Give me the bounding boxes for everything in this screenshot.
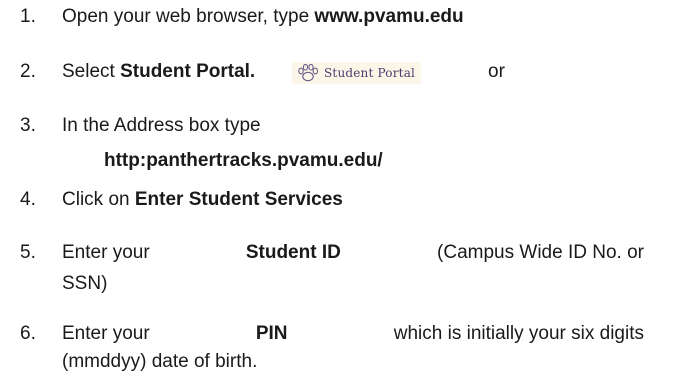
step-number: 1. <box>20 6 36 27</box>
step-text: Open your web browser, type www.pvamu.ed… <box>62 6 464 28</box>
step-number: 4. <box>20 189 36 210</box>
step-text-plain: Click on <box>62 189 130 210</box>
step-text: Click on Enter Student Services <box>62 189 343 211</box>
step-text-plain: Select <box>62 61 115 82</box>
pin-label: PIN <box>255 323 288 344</box>
step-text: Select Student Portal. <box>62 61 255 83</box>
step-text-plain: Enter your <box>62 242 150 263</box>
student-id-label: Student ID <box>245 242 341 263</box>
step-2: 2. Select Student Portal. Student Portal… <box>0 61 678 87</box>
step-text-wrap: (mmddyy) date of birth. <box>62 351 258 372</box>
step-text-plain: Enter your <box>62 323 150 344</box>
enter-student-services-label: Enter Student Services <box>134 189 343 210</box>
or-text: or <box>488 61 505 82</box>
step-number: 3. <box>20 115 36 136</box>
step-text: Enter your PIN which is initially your s… <box>62 323 644 345</box>
step-text-plain: Open your web browser, type <box>62 6 310 27</box>
step-number: 6. <box>20 323 36 344</box>
student-portal-badge-label: Student Portal <box>324 66 416 80</box>
step-5: 5. Enter your Student ID (Campus Wide ID… <box>0 242 678 268</box>
step-text: In the Address box type <box>62 115 261 136</box>
instructions-document: 1. Open your web browser, type www.pvamu… <box>0 0 678 379</box>
website-address: www.pvamu.edu <box>314 6 464 27</box>
step-text-continued: (Campus Wide ID No. or <box>437 242 644 263</box>
step-number: 2. <box>20 61 36 82</box>
panthertracks-url: http:panthertracks.pvamu.edu/ <box>104 150 383 171</box>
step-number: 5. <box>20 242 36 263</box>
paw-print-icon <box>298 63 319 82</box>
step-text-continued: which is initially your six digits <box>393 323 644 344</box>
step-6: 6. Enter your PIN which is initially you… <box>0 323 678 349</box>
step-text: Enter your Student ID (Campus Wide ID No… <box>62 242 644 264</box>
student-portal-label: Student Portal. <box>120 61 256 82</box>
student-portal-badge: Student Portal <box>292 62 422 84</box>
step-text-wrap: SSN) <box>62 273 108 294</box>
